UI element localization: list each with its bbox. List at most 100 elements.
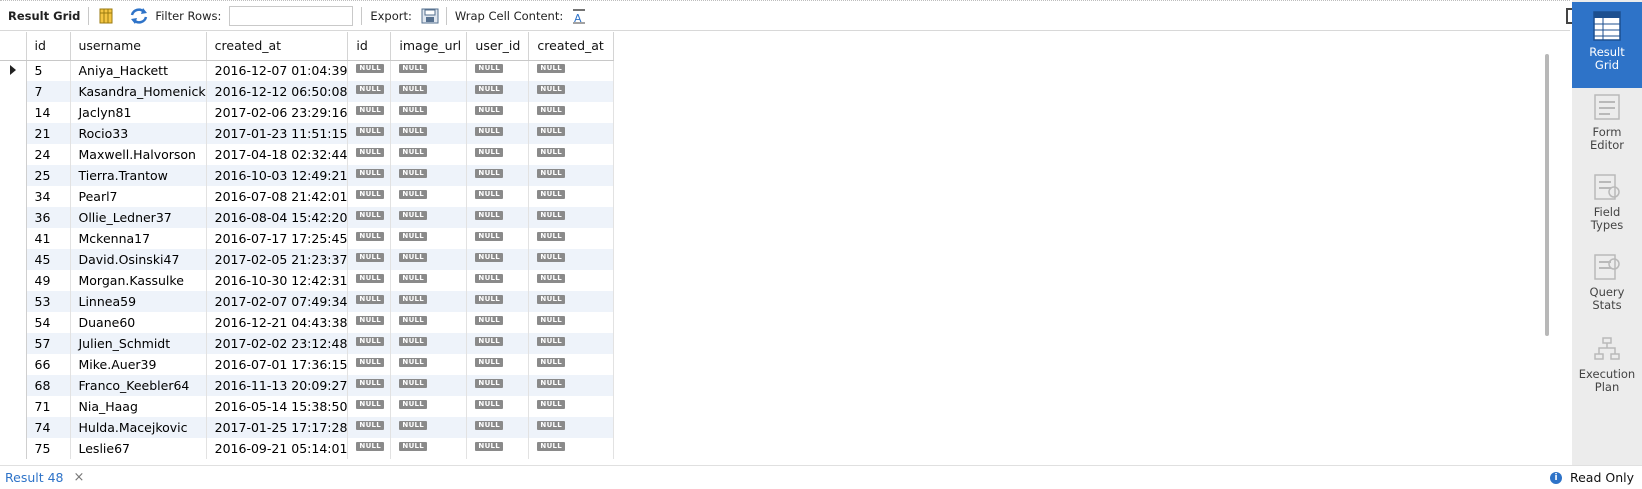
cell-id[interactable]: 75: [26, 438, 71, 459]
table-row[interactable]: 41 Mckenna17 2016-07-17 17:25:45 NULL NULL NU…: [0, 228, 615, 249]
table-row[interactable]: 25 Tierra.Trantow 2016-10-03 12:49:21 NULL N…: [0, 165, 615, 186]
cell-image-url[interactable]: NULL: [390, 81, 468, 102]
table-row[interactable]: 24 Maxwell.Halvorson 2017-04-18 02:32:44 NU…: [0, 144, 615, 165]
cell-photo-id[interactable]: NULL: [347, 354, 392, 375]
row-selector[interactable]: [0, 417, 27, 438]
table-row[interactable]: 74 Hulda.Macejkovic 2017-01-25 17:17:28 NUL…: [0, 417, 615, 438]
cell-photo-created-at[interactable]: NULL: [528, 291, 615, 312]
cell-username[interactable]: Ollie_Ledner37: [70, 207, 207, 228]
cell-created-at[interactable]: 2016-07-17 17:25:45: [206, 228, 349, 249]
cell-photo-created-at[interactable]: NULL: [528, 60, 615, 81]
side-form-editor-button[interactable]: Form Editor: [1572, 92, 1642, 164]
cell-photo-id[interactable]: NULL: [347, 165, 392, 186]
cell-id[interactable]: 21: [26, 123, 71, 144]
cell-photo-id[interactable]: NULL: [347, 123, 392, 144]
cell-id[interactable]: 5: [26, 60, 71, 81]
row-selector[interactable]: [0, 333, 27, 354]
cell-user-id[interactable]: NULL: [466, 102, 530, 123]
cell-photo-id[interactable]: NULL: [347, 144, 392, 165]
row-selector[interactable]: [0, 228, 27, 249]
grid-layout-icon[interactable]: [97, 7, 115, 25]
cell-id[interactable]: 49: [26, 270, 71, 291]
cell-photo-created-at[interactable]: NULL: [528, 186, 615, 207]
row-selector[interactable]: [0, 165, 27, 186]
cell-image-url[interactable]: NULL: [390, 396, 468, 417]
cell-photo-id[interactable]: NULL: [347, 417, 392, 438]
cell-user-id[interactable]: NULL: [466, 186, 530, 207]
cell-photo-id[interactable]: NULL: [347, 249, 392, 270]
cell-created-at[interactable]: 2017-02-02 23:12:48: [206, 333, 349, 354]
table-row[interactable]: 36 Ollie_Ledner37 2016-08-04 15:42:20 NULL N…: [0, 207, 615, 228]
cell-created-at[interactable]: 2017-02-07 07:49:34: [206, 291, 349, 312]
cell-image-url[interactable]: NULL: [390, 438, 468, 459]
cell-user-id[interactable]: NULL: [466, 312, 530, 333]
cell-user-id[interactable]: NULL: [466, 270, 530, 291]
table-row[interactable]: 71 Nia_Haag 2016-05-14 15:38:50 NULL NULL NUL…: [0, 396, 615, 417]
cell-user-id[interactable]: NULL: [466, 60, 530, 81]
cell-user-id[interactable]: NULL: [466, 81, 530, 102]
cell-created-at[interactable]: 2017-01-23 11:51:15: [206, 123, 349, 144]
cell-user-id[interactable]: NULL: [466, 123, 530, 144]
table-row[interactable]: 45 David.Osinski47 2017-02-05 21:23:37 NULL…: [0, 249, 615, 270]
cell-id[interactable]: 14: [26, 102, 71, 123]
cell-username[interactable]: David.Osinski47: [70, 249, 207, 270]
cell-id[interactable]: 53: [26, 291, 71, 312]
cell-id[interactable]: 66: [26, 354, 71, 375]
cell-created-at[interactable]: 2017-02-06 23:29:16: [206, 102, 349, 123]
table-row[interactable]: 5 Aniya_Hackett 2016-12-07 01:04:39 NULL NUL…: [0, 60, 615, 81]
cell-photo-id[interactable]: NULL: [347, 291, 392, 312]
cell-photo-id[interactable]: NULL: [347, 438, 392, 459]
column-header-username[interactable]: username: [70, 32, 207, 61]
row-selector[interactable]: [0, 60, 27, 81]
cell-id[interactable]: 68: [26, 375, 71, 396]
cell-photo-id[interactable]: NULL: [347, 102, 392, 123]
cell-photo-created-at[interactable]: NULL: [528, 144, 615, 165]
result-tab[interactable]: Result 48: [0, 470, 64, 485]
cell-photo-id[interactable]: NULL: [347, 207, 392, 228]
table-row[interactable]: 75 Leslie67 2016-09-21 05:14:01 NULL NULL NUL…: [0, 438, 615, 459]
column-header-id[interactable]: id: [26, 32, 71, 61]
cell-photo-created-at[interactable]: NULL: [528, 207, 615, 228]
table-row[interactable]: 14 Jaclyn81 2017-02-06 23:29:16 NULL NULL NUL…: [0, 102, 615, 123]
cell-username[interactable]: Morgan.Kassulke: [70, 270, 207, 291]
cell-image-url[interactable]: NULL: [390, 354, 468, 375]
cell-image-url[interactable]: NULL: [390, 186, 468, 207]
cell-id[interactable]: 71: [26, 396, 71, 417]
cell-username[interactable]: Julien_Schmidt: [70, 333, 207, 354]
cell-photo-created-at[interactable]: NULL: [528, 417, 615, 438]
cell-user-id[interactable]: NULL: [466, 354, 530, 375]
row-selector[interactable]: [0, 375, 27, 396]
table-row[interactable]: 34 Pearl7 2016-07-08 21:42:01 NULL NULL NULL N…: [0, 186, 615, 207]
cell-id[interactable]: 34: [26, 186, 71, 207]
cell-image-url[interactable]: NULL: [390, 417, 468, 438]
cell-id[interactable]: 7: [26, 81, 71, 102]
cell-photo-id[interactable]: NULL: [347, 375, 392, 396]
table-row[interactable]: 66 Mike.Auer39 2016-07-01 17:36:15 NULL NULL…: [0, 354, 615, 375]
cell-created-at[interactable]: 2017-02-05 21:23:37: [206, 249, 349, 270]
cell-created-at[interactable]: 2016-05-14 15:38:50: [206, 396, 349, 417]
cell-user-id[interactable]: NULL: [466, 144, 530, 165]
export-icon[interactable]: [420, 7, 439, 25]
cell-photo-id[interactable]: NULL: [347, 333, 392, 354]
cell-image-url[interactable]: NULL: [390, 312, 468, 333]
row-selector[interactable]: [0, 186, 27, 207]
close-tab-icon[interactable]: ×: [74, 470, 85, 485]
cell-photo-created-at[interactable]: NULL: [528, 354, 615, 375]
cell-username[interactable]: Hulda.Macejkovic: [70, 417, 207, 438]
row-selector[interactable]: [0, 270, 27, 291]
cell-image-url[interactable]: NULL: [390, 228, 468, 249]
cell-user-id[interactable]: NULL: [466, 396, 530, 417]
cell-photo-id[interactable]: NULL: [347, 312, 392, 333]
table-row[interactable]: 49 Morgan.Kassulke 2016-10-30 12:42:31 NULL…: [0, 270, 615, 291]
cell-id[interactable]: 24: [26, 144, 71, 165]
cell-username[interactable]: Franco_Keebler64: [70, 375, 207, 396]
cell-photo-id[interactable]: NULL: [347, 81, 392, 102]
cell-photo-id[interactable]: NULL: [347, 228, 392, 249]
cell-created-at[interactable]: 2017-04-18 02:32:44: [206, 144, 349, 165]
row-selector[interactable]: [0, 249, 27, 270]
column-header-photo-id[interactable]: id: [347, 32, 392, 61]
vertical-scrollbar[interactable]: [1545, 54, 1549, 336]
cell-user-id[interactable]: NULL: [466, 333, 530, 354]
cell-photo-created-at[interactable]: NULL: [528, 123, 615, 144]
table-row[interactable]: 21 Rocio33 2017-01-23 11:51:15 NULL NULL NULL…: [0, 123, 615, 144]
